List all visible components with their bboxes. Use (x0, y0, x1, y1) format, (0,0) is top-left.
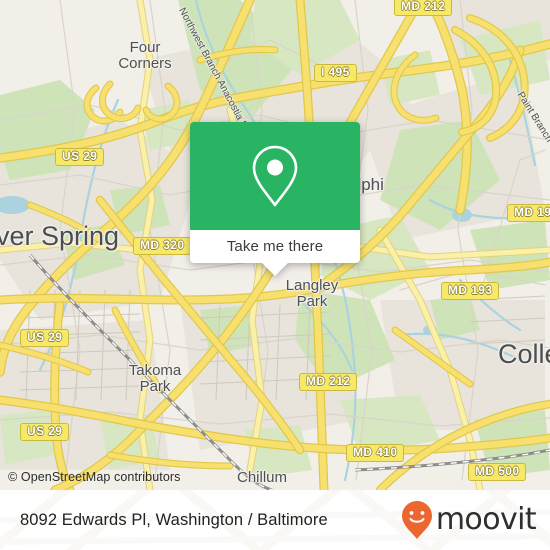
shield-md-320[interactable]: MD 320 (133, 237, 192, 255)
footer-bar: 8092 Edwards Pl, Washington / Baltimore … (0, 490, 550, 550)
shield-md-500[interactable]: MD 500 (468, 463, 527, 481)
moovit-wordmark: moovit (435, 502, 537, 537)
callout-tail (262, 263, 288, 276)
shield-us-29-mid[interactable]: US 29 (20, 329, 70, 347)
moovit-smiling-pin-logo (401, 501, 432, 539)
moovit-logo[interactable]: moovit (400, 490, 537, 550)
osm-attribution[interactable]: © OpenStreetMap contributors (8, 470, 181, 484)
callout-action-area[interactable]: Take me there (190, 230, 360, 263)
shield-i-495[interactable]: I 495 (314, 64, 357, 82)
address-label: 8092 Edwards Pl, Washington / Baltimore (20, 510, 328, 529)
shield-md-212[interactable]: MD 212 (299, 373, 358, 391)
location-pin-icon (252, 145, 298, 207)
callout-pin-area (190, 122, 360, 230)
take-me-there-label: Take me there (226, 238, 324, 255)
shield-md-410[interactable]: MD 410 (346, 444, 405, 462)
shield-md-193-east[interactable]: MD 193 (507, 204, 550, 222)
map-canvas[interactable]: .park { fill:#cfe3b8; } .park2 { fill:#d… (0, 0, 550, 490)
take-me-there-callout[interactable]: Take me there (190, 122, 360, 276)
shield-md-193[interactable]: MD 193 (441, 282, 500, 300)
map-screen: .park { fill:#cfe3b8; } .park2 { fill:#d… (0, 0, 550, 550)
shield-us-29-north[interactable]: US 29 (55, 148, 105, 166)
shield-md-212-north[interactable]: MD 212 (394, 0, 453, 16)
shield-us-29-south[interactable]: US 29 (20, 423, 70, 441)
